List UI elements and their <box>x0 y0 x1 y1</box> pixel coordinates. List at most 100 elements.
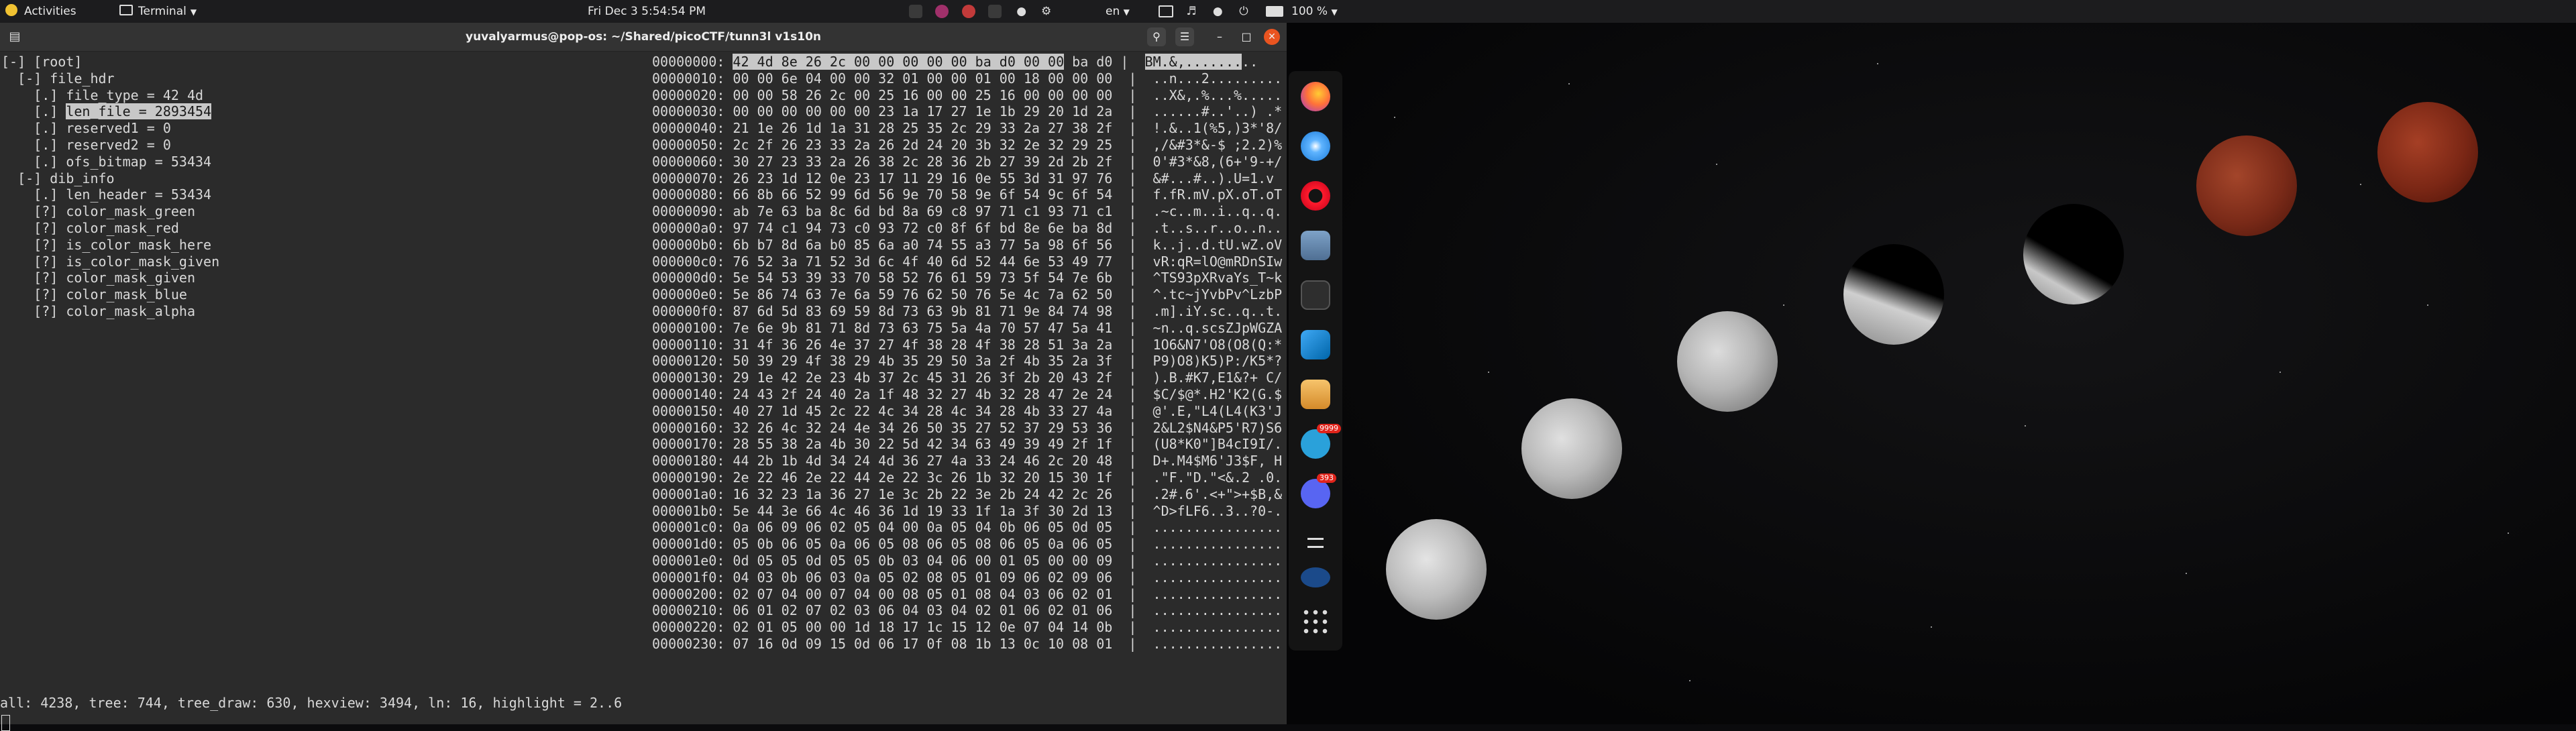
hex-row: 000001c0: 0a 06 09 06 02 05 04 00 0a 05 … <box>652 519 1283 536</box>
battery-icon <box>1265 6 1283 17</box>
tree-node-prefix: [.] <box>1 103 66 120</box>
close-icon: ✕ <box>1268 32 1276 42</box>
star <box>1783 304 1784 306</box>
hex-row: 00000140: 24 43 2f 24 40 2a 1f 48 32 27 … <box>652 386 1283 402</box>
record-tray-icon[interactable] <box>961 5 975 18</box>
terminal-app-icon <box>119 5 133 15</box>
steam-icon[interactable] <box>1301 567 1330 587</box>
moon-phase-7 <box>2377 102 2478 203</box>
status-line: all: 4238, tree: 744, tree_draw: 630, he… <box>0 695 623 711</box>
tree-node[interactable]: [?] color_mask_green <box>1 203 219 220</box>
tree-node[interactable]: [.] reserved2 = 0 <box>1 137 219 154</box>
terminal-icon[interactable] <box>1301 280 1330 310</box>
star <box>1689 680 1690 681</box>
hex-row: 00000110: 31 4f 36 26 4e 37 27 4f 38 28 … <box>652 336 1283 353</box>
tree-node[interactable]: [.] reserved1 = 0 <box>1 120 219 137</box>
hex-row: 00000040: 21 1e 26 1d 1a 31 28 25 35 2c … <box>652 120 1283 137</box>
tree-node-selected: len_file = 2893454 <box>66 103 212 120</box>
tree-node[interactable]: [-] file_hdr <box>1 70 219 87</box>
hex-row: 000000a0: 97 74 c1 94 73 c0 93 72 c0 8f … <box>652 219 1283 236</box>
maximize-button[interactable]: □ <box>1237 27 1256 46</box>
hex-row: 00000170: 28 55 38 2a 4b 30 22 5d 42 34 … <box>652 436 1283 453</box>
app-grid-icon[interactable] <box>1301 608 1330 636</box>
language-indicator[interactable]: en ▼ <box>1106 0 1130 23</box>
moon-phase-2 <box>1521 398 1622 499</box>
hex-row: 000001e0: 0d 05 05 0d 05 05 0b 03 04 06 … <box>652 552 1283 569</box>
language-label: en <box>1106 5 1120 18</box>
star <box>2427 304 2428 306</box>
microphone-icon[interactable]: ● <box>1015 5 1028 18</box>
tree-node[interactable]: [-] [root] <box>1 54 219 70</box>
hex-view: 00000000: 42 4d 8e 26 2c 00 00 00 00 00 … <box>652 54 1282 653</box>
tree-node[interactable]: [?] color_mask_blue <box>1 286 219 303</box>
hex-row: 00000080: 66 8b 66 52 99 6d 56 9e 70 58 … <box>652 186 1283 203</box>
slack-tray-icon[interactable] <box>909 5 922 18</box>
star <box>1488 372 1489 373</box>
clock[interactable]: Fri Dec 3 5:54:54 PM <box>588 0 706 23</box>
activities-button[interactable]: Activities <box>5 0 76 23</box>
moon-phase-3 <box>1677 311 1778 412</box>
firefox-icon[interactable] <box>1301 82 1330 111</box>
telegram-icon[interactable]: 9999 <box>1301 424 1341 459</box>
microphone-status-icon: ● <box>1212 5 1223 18</box>
package-manager-icon[interactable] <box>1301 380 1330 409</box>
hex-row: 00000060: 30 27 23 33 2a 26 38 2c 28 36 … <box>652 153 1283 170</box>
settings-icon[interactable] <box>1301 528 1330 558</box>
hex-row: 00000220: 02 01 05 00 00 1d 18 17 1c 15 … <box>652 619 1283 636</box>
hex-ascii-highlighted: BM.&,....... <box>1144 54 1242 70</box>
discord-tray-icon[interactable] <box>988 5 1002 18</box>
caret-down-icon: ▼ <box>1331 7 1338 17</box>
app-tray-icon[interactable] <box>935 5 949 18</box>
tree-node[interactable]: [-] dib_info <box>1 170 219 187</box>
tree-node[interactable]: [?] color_mask_given <box>1 270 219 286</box>
hex-row: 000001d0: 05 0b 06 05 0a 06 05 08 06 05 … <box>652 536 1283 553</box>
tree-node[interactable]: [.] len_header = 53434 <box>1 186 219 203</box>
tree-node[interactable]: [?] color_mask_alpha <box>1 303 219 320</box>
discord-badge: 393 <box>1317 473 1336 483</box>
hex-row: 000001b0: 5e 44 3e 66 4c 46 36 1d 19 33 … <box>652 502 1283 519</box>
hex-row: 00000100: 7e 6e 9b 81 71 8d 73 63 75 5a … <box>652 319 1283 336</box>
menu-button[interactable]: ☰ <box>1175 27 1194 46</box>
search-button[interactable]: ⚲ <box>1147 27 1166 46</box>
browser-icon[interactable] <box>1301 131 1330 161</box>
tree-node[interactable]: [?] color_mask_red <box>1 220 219 237</box>
caret-down-icon: ▼ <box>1123 7 1130 17</box>
files-icon[interactable] <box>1301 231 1330 260</box>
vscode-icon[interactable] <box>1301 330 1330 359</box>
app-menu-label: Terminal <box>138 5 186 18</box>
close-button[interactable]: ✕ <box>1264 29 1280 45</box>
star <box>2025 425 2026 427</box>
desktop-wallpaper <box>1287 23 2576 724</box>
star <box>2508 532 2509 534</box>
tree-node[interactable]: [?] is_color_mask_given <box>1 254 219 270</box>
terminal-content[interactable]: [-] [root] [-] file_hdr [.] file_type = … <box>0 51 1287 731</box>
hex-row: 00000190: 2e 22 46 2e 22 44 2e 22 3c 26 … <box>652 469 1283 486</box>
star <box>1716 164 1717 165</box>
minimize-icon: – <box>1217 30 1222 43</box>
tree-node[interactable]: [.] len_file = 2893454 <box>1 103 219 120</box>
discord-icon[interactable]: 393 <box>1301 473 1336 508</box>
system-menu[interactable]: ♬ ● ⏻ 100 % ▼ <box>1154 0 1338 23</box>
star <box>2186 573 2187 574</box>
opera-icon[interactable] <box>1301 181 1330 211</box>
hex-row: 000001a0: 16 32 23 1a 36 27 1e 3c 2b 22 … <box>652 486 1283 502</box>
system-tray: ● ⚙ <box>904 0 1059 23</box>
minimize-button[interactable]: – <box>1210 27 1229 46</box>
hex-offset: 00000000: <box>652 54 725 70</box>
hex-row: 00000230: 07 16 0d 09 15 0d 06 17 0f 08 … <box>652 635 1283 652</box>
window-header: ▤ yuvalyarmus@pop-os: ~/Shared/picoCTF/t… <box>0 23 1287 52</box>
tree-node[interactable]: [?] is_color_mask_here <box>1 237 219 254</box>
activities-label: Activities <box>24 5 76 18</box>
vpn-tray-icon[interactable]: ⚙ <box>1041 5 1055 18</box>
tree-node[interactable]: [.] ofs_bitmap = 53434 <box>1 154 219 170</box>
app-menu[interactable]: Terminal ▼ <box>119 0 197 23</box>
tree-node[interactable]: [.] file_type = 42 4d <box>1 87 219 104</box>
hex-row: 00000210: 06 01 02 07 02 03 06 04 03 04 … <box>652 602 1283 619</box>
dock: 9999 393 <box>1289 71 1342 651</box>
hex-row: 00000020: 00 00 58 26 2c 00 25 16 00 00 … <box>652 87 1283 103</box>
hex-row: 00000200: 02 07 04 00 07 04 00 08 05 01 … <box>652 585 1283 602</box>
caret-down-icon: ▼ <box>190 7 197 17</box>
hex-row: 000000f0: 87 6d 5d 83 69 59 8d 73 63 9b … <box>652 302 1283 319</box>
hex-row: 00000000: 42 4d 8e 26 2c 00 00 00 00 00 … <box>652 54 1282 70</box>
battery-label: 100 % <box>1291 5 1328 18</box>
